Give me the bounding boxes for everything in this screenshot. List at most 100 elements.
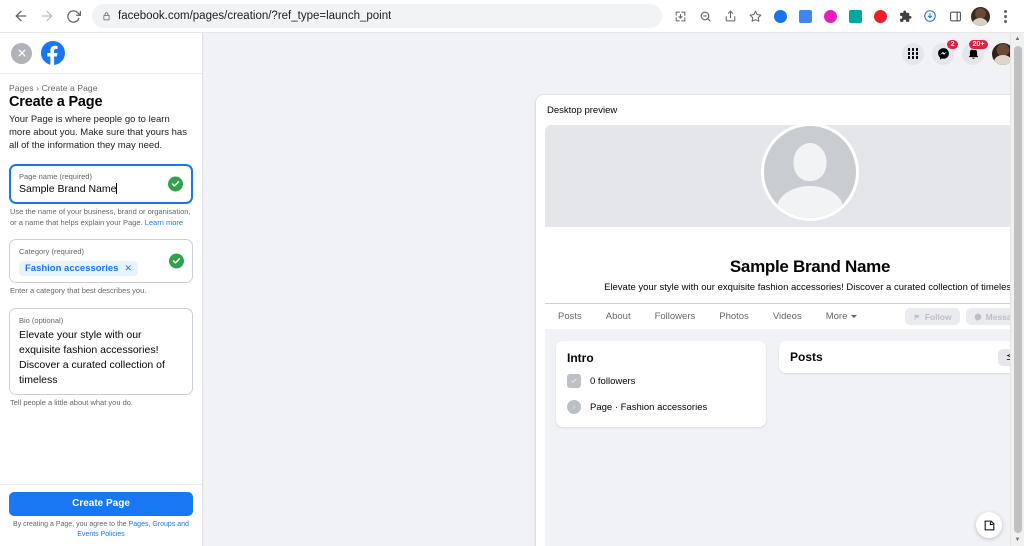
extension-teal-icon[interactable] [844, 5, 866, 27]
intro-card: Intro 0 followers Page · Fashion accesso… [556, 341, 766, 428]
url-text: facebook.com/pages/creation/?ref_type=la… [118, 10, 392, 22]
desktop-preview-card: Desktop preview Sample Brand Name Elevat… [536, 95, 1024, 546]
tab-videos[interactable]: Videos [773, 311, 815, 322]
facebook-logo-icon[interactable] [41, 41, 65, 66]
messenger-icon[interactable]: 2 [932, 38, 959, 65]
panel-footer: Create Page By creating a Page, you agre… [0, 483, 202, 546]
page-content-row: Intro 0 followers Page · Fashion accesso… [545, 329, 1024, 428]
posts-card: Posts Filters [779, 341, 1024, 374]
extension-magenta-icon[interactable] [819, 5, 841, 27]
preview-card-header: Desktop preview [536, 95, 1024, 125]
legal-prefix: By creating a Page, you agree to the [13, 520, 129, 528]
facebook-top-nav: 2 20+ [902, 33, 1014, 74]
category-valid-icon [169, 253, 184, 269]
messenger-badge: 2 [946, 38, 959, 51]
share-icon[interactable] [719, 5, 741, 27]
followers-icon [567, 374, 581, 389]
category-chip-label: Fashion accessories [25, 263, 119, 275]
page-name-label: Page name (required) [19, 172, 92, 182]
bio-input[interactable]: Elevate your style with our exquisite fa… [19, 328, 183, 389]
intro-category-text: Page · Fashion accessories [590, 401, 708, 413]
extensions-puzzle-icon[interactable] [894, 5, 916, 27]
intro-followers-text: 0 followers [590, 375, 636, 387]
scroll-down-arrow-icon[interactable]: ▼ [1015, 534, 1021, 546]
page-name-input[interactable]: Sample Brand Name [19, 183, 183, 197]
text-caret [116, 183, 118, 195]
category-label: Category (required) [19, 247, 85, 257]
lock-icon [102, 11, 111, 22]
intro-row-followers: 0 followers [567, 374, 755, 389]
reload-icon[interactable] [60, 3, 86, 29]
panel-description: Your Page is where people go to learn mo… [9, 114, 187, 151]
extension-blue-icon[interactable] [769, 5, 791, 27]
page-name-value: Sample Brand Name [19, 183, 117, 196]
preview-title: Desktop preview [547, 104, 618, 116]
grid-menu-icon[interactable] [902, 42, 924, 65]
back-arrow-icon[interactable] [8, 3, 34, 29]
notifications-badge: 20+ [968, 38, 989, 51]
create-page-button[interactable]: Create Page [9, 491, 193, 516]
page-name-field[interactable]: Page name (required) Sample Brand Name [9, 164, 193, 205]
address-bar[interactable]: facebook.com/pages/creation/?ref_type=la… [92, 4, 662, 28]
page-name-helper: Use the name of your business, brand or … [10, 207, 192, 228]
bell-icon[interactable]: 20+ [962, 38, 989, 65]
bio-field[interactable]: Bio (optional) Elevate your style with o… [9, 307, 193, 396]
zoom-out-icon[interactable] [694, 5, 716, 27]
page-title: Create a Page [9, 94, 103, 110]
install-app-icon[interactable] [669, 5, 691, 27]
tab-videos-label: Videos [772, 311, 802, 323]
side-panel-icon[interactable] [944, 5, 966, 27]
bio-helper: Tell people a little about what you do. [10, 398, 133, 408]
scroll-up-arrow-icon[interactable]: ▲ [1015, 33, 1021, 45]
flag-plus-icon [914, 313, 920, 320]
tab-about[interactable]: About [606, 311, 644, 322]
info-icon [567, 400, 581, 415]
tab-posts[interactable]: Posts [558, 311, 595, 322]
tab-photos[interactable]: Photos [719, 311, 762, 322]
breadcrumb[interactable]: Pages › Create a Page [9, 83, 193, 93]
browser-toolbar: facebook.com/pages/creation/?ref_type=la… [0, 0, 1024, 33]
tab-posts-label: Posts [558, 311, 582, 323]
browser-profile-avatar[interactable] [969, 5, 991, 27]
default-profile-avatar[interactable] [761, 125, 859, 221]
create-page-form-panel: Pages › Create a Page Create a Page Your… [0, 33, 203, 546]
scrollbar-thumb[interactable] [1013, 46, 1022, 533]
tab-more[interactable]: More [826, 311, 871, 322]
extension-red-icon[interactable] [869, 5, 891, 27]
preview-page-name: Sample Brand Name [729, 257, 891, 276]
tab-followers[interactable]: Followers [655, 311, 709, 322]
tab-followers-label: Followers [654, 311, 696, 323]
page-scrollbar[interactable]: ▲ ▼ [1010, 33, 1024, 546]
browser-action-icons [669, 5, 1016, 27]
extension-translate-icon[interactable] [794, 5, 816, 27]
intro-card-title: Intro [567, 351, 594, 366]
preview-area: 2 20+ Desktop preview Sample Brand Name … [203, 33, 1024, 546]
intro-row-category: Page · Fashion accessories [567, 400, 755, 415]
follow-button-label: Follow [924, 311, 952, 322]
posts-card-title: Posts [790, 350, 823, 365]
browser-menu-kebab-icon[interactable] [994, 5, 1016, 27]
preview-body: Sample Brand Name Elevate your style wit… [545, 125, 1024, 546]
close-icon[interactable] [11, 42, 32, 64]
bio-label: Bio (optional) [19, 315, 64, 325]
tab-more-label: More [825, 311, 848, 323]
compose-edit-icon[interactable] [976, 512, 1002, 538]
form-body: Pages › Create a Page Create a Page Your… [0, 74, 202, 484]
page-tabbar: Posts About Followers Photos Videos More… [545, 303, 1024, 330]
chevron-down-icon [851, 315, 858, 319]
close-icon[interactable]: ✕ [124, 263, 132, 274]
page-name-valid-icon [168, 176, 183, 192]
page-header-section: Sample Brand Name Elevate your style wit… [545, 125, 1024, 330]
forward-arrow-icon[interactable] [34, 3, 60, 29]
preview-page-bio: Elevate your style with our exquisite fa… [604, 282, 1016, 293]
messenger-icon [974, 313, 981, 321]
bookmark-star-icon[interactable] [744, 5, 766, 27]
tab-about-label: About [605, 311, 631, 323]
category-chip[interactable]: Fashion accessories ✕ [19, 261, 139, 277]
category-helper: Enter a category that best describes you… [10, 286, 147, 296]
category-field[interactable]: Category (required) Fashion accessories … [9, 239, 193, 284]
follow-button[interactable]: Follow [904, 308, 960, 326]
downloads-icon[interactable] [919, 5, 941, 27]
learn-more-link[interactable]: Learn more [145, 218, 183, 227]
panel-header [0, 33, 202, 74]
